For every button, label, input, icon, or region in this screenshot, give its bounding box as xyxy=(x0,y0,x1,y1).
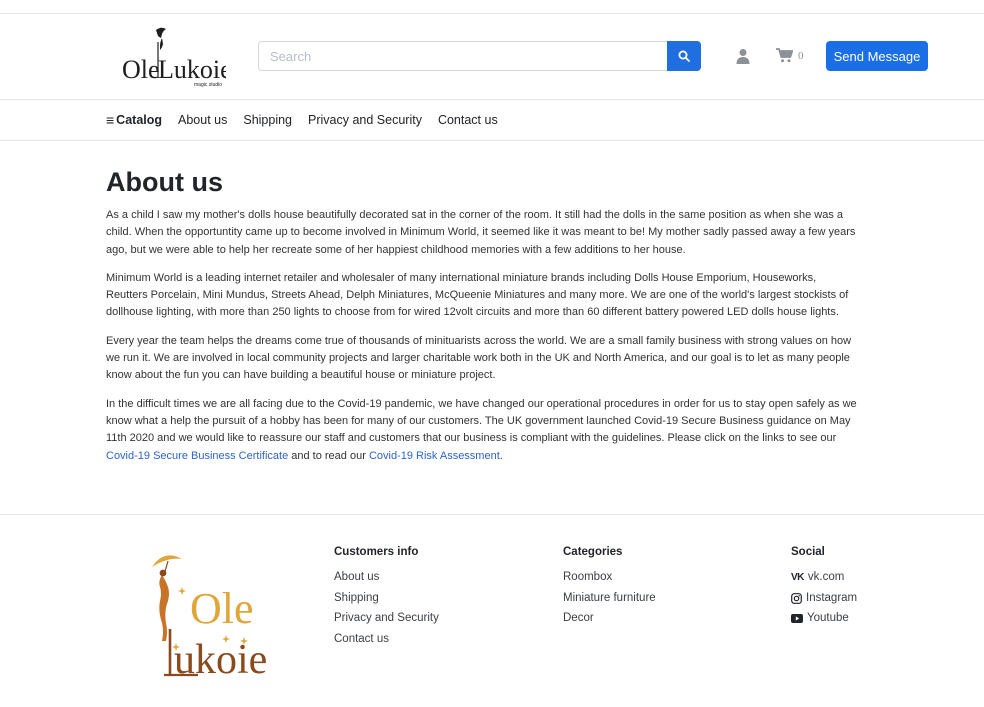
footer-logo[interactable]: Ole ukoie xyxy=(150,545,275,685)
search-icon xyxy=(678,50,690,62)
search-input[interactable] xyxy=(258,41,667,71)
footer-customers-info: Customers info About us Shipping Privacy… xyxy=(334,546,439,653)
footer-link-instagram[interactable]: Instagram xyxy=(791,592,857,606)
instagram-icon xyxy=(791,592,802,604)
footer-column-title: Customers info xyxy=(334,546,419,558)
footer-link-label: Youtube xyxy=(807,612,849,624)
menu-icon: ≡ xyxy=(106,112,115,128)
site-footer: Ole ukoie Customers info About us Shippi… xyxy=(0,514,984,707)
nav-item-privacy-and-security[interactable]: Privacy and Security xyxy=(308,113,422,127)
footer-link-about-us[interactable]: About us xyxy=(334,571,439,585)
footer-column-title: Social xyxy=(791,546,825,558)
paragraph-text: and to read our xyxy=(288,449,369,462)
send-message-button[interactable]: Send Message xyxy=(826,41,928,71)
footer-link-youtube[interactable]: Youtube xyxy=(791,612,857,626)
footer-link-decor[interactable]: Decor xyxy=(563,612,656,626)
footer-link-roombox[interactable]: Roombox xyxy=(563,571,656,585)
footer-social: Social VK vk.com Instagram Youtube xyxy=(791,546,857,633)
svg-text:Ole: Ole xyxy=(122,55,160,84)
paragraph: As a child I saw my mother's dolls house… xyxy=(106,209,856,256)
covid-certificate-link[interactable]: Covid-19 Secure Business Certificate xyxy=(106,450,288,462)
svg-text:magic studio: magic studio xyxy=(194,82,222,88)
cart-icon xyxy=(776,48,793,63)
cart-count: 0 xyxy=(798,49,804,62)
svg-text:Ole: Ole xyxy=(190,584,254,633)
footer-link-label: vk.com xyxy=(807,571,845,583)
covid-risk-assessment-link[interactable]: Covid-19 Risk Assessment xyxy=(369,450,500,462)
nav-item-contact-us[interactable]: Contact us xyxy=(438,113,498,127)
paragraph-text: In the difficult times we are all facing… xyxy=(106,397,857,445)
logo-image: Ole Lukoie magic studio xyxy=(122,27,232,88)
footer-link-contact-us[interactable]: Contact us xyxy=(334,633,439,647)
paragraph: Minimum World is a leading internet reta… xyxy=(106,271,849,319)
paragraph-text: . xyxy=(499,449,503,462)
page-title: About us xyxy=(106,167,223,197)
search-bar xyxy=(258,41,701,71)
search-button[interactable] xyxy=(667,41,701,71)
paragraph-covid: In the difficult times we are all facing… xyxy=(106,396,858,465)
footer-column-title: Categories xyxy=(563,546,623,558)
main-nav: ≡ Catalog About us Shipping Privacy and … xyxy=(0,100,984,141)
footer-link-privacy-and-security[interactable]: Privacy and Security xyxy=(334,612,439,626)
nav-item-shipping[interactable]: Shipping xyxy=(243,113,292,127)
vk-icon: VK xyxy=(791,572,804,583)
site-header: Ole Lukoie magic studio 0 Send Messa xyxy=(0,14,984,100)
footer-logo-image: Ole ukoie xyxy=(152,555,267,683)
nav-item-label: Catalog xyxy=(116,113,163,127)
nav-item-catalog[interactable]: ≡ Catalog xyxy=(106,112,162,128)
footer-link-vk[interactable]: VK vk.com xyxy=(791,571,857,585)
footer-link-shipping[interactable]: Shipping xyxy=(334,592,439,606)
youtube-icon xyxy=(791,614,803,624)
paragraph: Every year the team helps the dreams com… xyxy=(106,334,852,382)
svg-text:Lukoie: Lukoie xyxy=(158,55,226,84)
footer-link-miniature-furniture[interactable]: Miniature furniture xyxy=(563,592,656,606)
main-content: About us As a child I saw my mother's do… xyxy=(106,166,858,476)
cart-button[interactable]: 0 xyxy=(776,48,804,63)
nav-item-about-us[interactable]: About us xyxy=(178,113,227,127)
site-logo[interactable]: Ole Lukoie magic studio xyxy=(118,24,232,90)
user-icon[interactable] xyxy=(735,48,751,64)
footer-categories: Categories Roombox Miniature furniture D… xyxy=(563,546,656,633)
footer-link-label: Instagram xyxy=(806,591,858,604)
